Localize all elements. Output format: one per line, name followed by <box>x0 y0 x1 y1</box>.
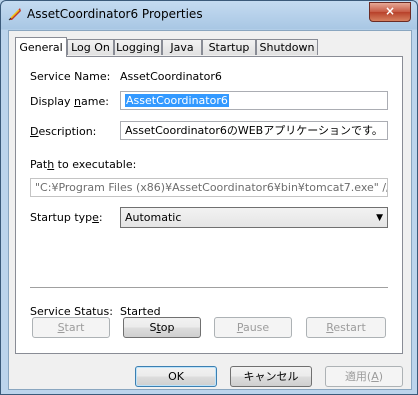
description-label: Description: <box>30 125 97 138</box>
display-name-value: AssetCoordinator6 <box>125 94 229 107</box>
dialog-client-area: General Log On Logging Java Startup Shut… <box>8 30 412 390</box>
window-title: AssetCoordinator6 Properties <box>27 7 203 21</box>
service-feather-icon <box>7 6 23 22</box>
chevron-down-icon: ▼ <box>376 213 383 223</box>
ok-button[interactable]: OK <box>135 366 217 387</box>
start-button[interactable]: Start <box>32 317 110 338</box>
close-icon: × <box>384 4 396 18</box>
path-to-executable-field[interactable]: "C:¥Program Files (x86)¥AssetCoordinator… <box>30 178 388 197</box>
apply-button[interactable]: 適用(A) <box>325 366 403 387</box>
pause-button[interactable]: Pause <box>214 317 292 338</box>
startup-type-select[interactable]: Automatic ▼ <box>120 207 388 228</box>
tab-general[interactable]: General <box>15 37 67 57</box>
service-name-label: Service Name: <box>30 70 111 83</box>
service-name-value: AssetCoordinator6 <box>120 70 222 83</box>
close-button[interactable]: × <box>369 2 411 22</box>
tab-logging[interactable]: Logging <box>114 39 162 55</box>
title-bar[interactable]: AssetCoordinator6 Properties × <box>1 1 417 29</box>
startup-type-value: Automatic <box>125 211 182 224</box>
path-label: Path to executable: <box>30 158 137 171</box>
description-field[interactable]: AssetCoordinator6のWEBアプリケーションです。 <box>120 121 388 140</box>
stop-button[interactable]: Stop <box>123 317 201 338</box>
tab-log-on[interactable]: Log On <box>67 39 114 55</box>
tab-shutdown[interactable]: Shutdown <box>256 39 318 55</box>
restart-button[interactable]: Restart <box>306 317 386 338</box>
tab-startup[interactable]: Startup <box>202 39 256 55</box>
display-name-field[interactable]: AssetCoordinator6 <box>120 91 388 110</box>
separator-line <box>30 287 388 289</box>
display-name-label: Display name: <box>30 95 109 108</box>
general-tab-panel: Service Name: AssetCoordinator6 Display … <box>15 56 403 354</box>
properties-window: AssetCoordinator6 Properties × General L… <box>0 0 418 395</box>
startup-type-label: Startup type: <box>30 211 103 224</box>
tab-java[interactable]: Java <box>162 39 202 55</box>
cancel-button[interactable]: キャンセル <box>230 366 312 387</box>
